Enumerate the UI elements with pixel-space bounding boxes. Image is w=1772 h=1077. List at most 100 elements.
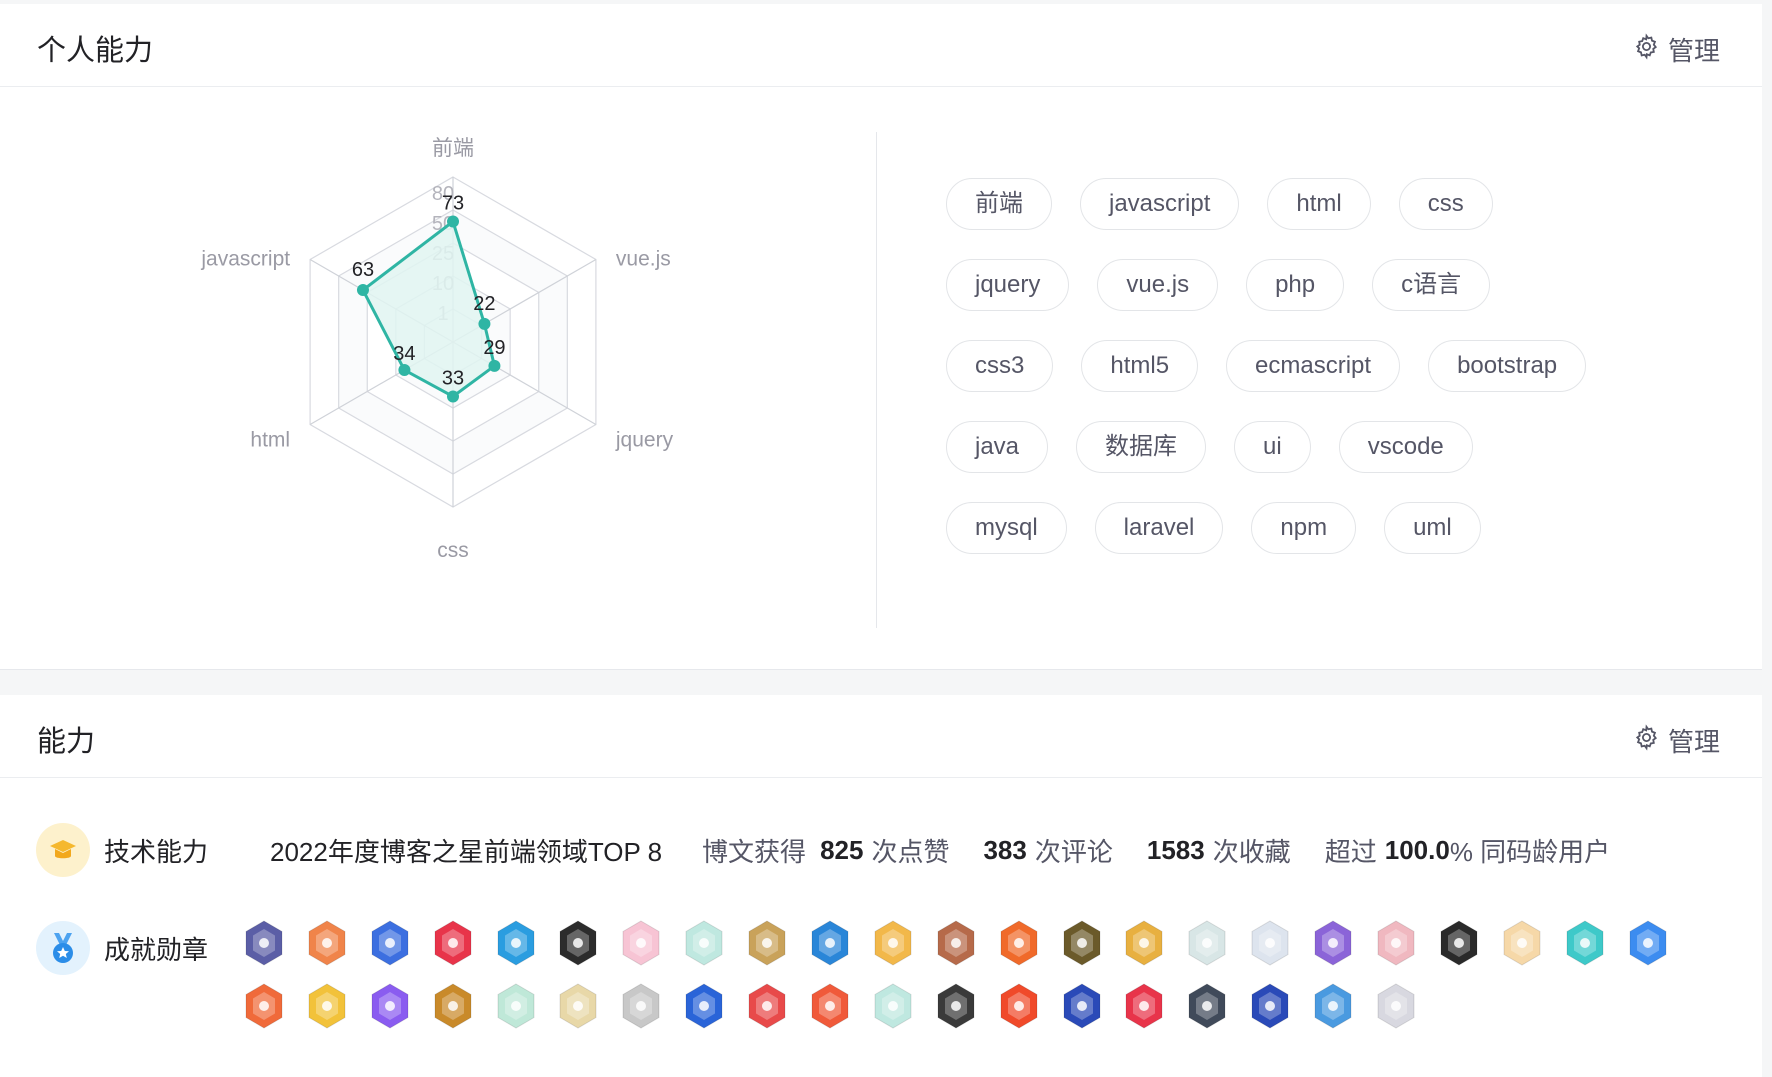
likes-count: 825 (820, 834, 864, 865)
achievement-badge-icon[interactable] (810, 983, 850, 1029)
radar-axis-label: css (437, 539, 469, 562)
achievement-badge-icon[interactable] (370, 920, 410, 966)
skill-tag[interactable]: uml (1384, 502, 1481, 554)
achievement-badge-icon[interactable] (747, 920, 787, 966)
achievement-badge-icon[interactable] (244, 983, 284, 1029)
achievement-badge-icon[interactable] (1565, 920, 1605, 966)
achievement-badge-icon[interactable] (999, 983, 1039, 1029)
medals-label: 成就勋章 (104, 934, 209, 965)
achievement-badge-icon[interactable] (1439, 920, 1479, 966)
achievement-badge-icon[interactable] (936, 920, 976, 966)
skills-manage-button[interactable]: 管理 (1633, 31, 1720, 68)
skill-tag[interactable]: java (946, 421, 1049, 473)
tag-row: java 数据库 ui vscode (946, 421, 1706, 473)
achievement-badge-icon[interactable] (1250, 983, 1290, 1029)
skill-tag[interactable]: javascript (1080, 178, 1240, 230)
skill-tag[interactable]: mysql (946, 502, 1067, 554)
skill-tag[interactable]: ui (1234, 421, 1311, 473)
achievement-badge-icon[interactable] (684, 920, 724, 966)
achievement-badge-icon[interactable] (747, 983, 787, 1029)
skill-tag[interactable]: laravel (1094, 502, 1224, 554)
radar-value-label: 33 (442, 367, 464, 389)
exceed-value: 100.0 (1384, 834, 1450, 865)
skill-tag[interactable]: vue.js (1097, 259, 1219, 311)
ability-card-header: 能力 管理 (0, 695, 1762, 778)
skill-tag[interactable]: html5 (1081, 340, 1199, 392)
skills-card: 个人能力 管理 110255080732229333463前端vue.jsjqu… (0, 4, 1762, 670)
radar-value-label: 63 (352, 259, 374, 281)
radar-value-label: 34 (393, 343, 415, 365)
radar-axis-label: html (250, 429, 290, 452)
achievement-badge-icon[interactable] (370, 983, 410, 1029)
achievement-badge-icon[interactable] (307, 983, 347, 1029)
vertical-divider (876, 132, 877, 628)
skill-tag[interactable]: ecmascript (1226, 340, 1401, 392)
achievement-badge-icon[interactable] (1187, 983, 1227, 1029)
tag-row: jquery vue.js php c语言 (946, 259, 1706, 311)
radar-value-label: 22 (473, 293, 495, 315)
achievement-badge-icon[interactable] (1187, 920, 1227, 966)
achievement-badge-icon[interactable] (558, 920, 598, 966)
radar-axis-label: javascript (200, 248, 290, 271)
ability-manage-button[interactable]: 管理 (1633, 722, 1720, 759)
tag-row: css3 html5 ecmascript bootstrap (946, 340, 1706, 392)
skill-radar-chart: 110255080732229333463前端vue.jsjquerycssht… (200, 137, 674, 562)
skills-manage-label: 管理 (1667, 36, 1720, 66)
gear-icon (1633, 723, 1660, 758)
skill-tag[interactable]: vscode (1338, 421, 1473, 473)
radar-point (447, 390, 459, 403)
achievement-badge-icon[interactable] (1124, 983, 1164, 1029)
achievement-badge-icon[interactable] (307, 920, 347, 966)
achievement-badge-icon[interactable] (1502, 920, 1542, 966)
skill-tag[interactable]: npm (1251, 502, 1357, 554)
achievement-badge-icon[interactable] (433, 983, 473, 1029)
achievement-badge-icon[interactable] (558, 983, 598, 1029)
gear-icon (1633, 32, 1660, 67)
skill-tag[interactable]: css3 (946, 340, 1054, 392)
achievement-badge-icon[interactable] (1376, 920, 1416, 966)
achievement-badge-icon[interactable] (1628, 920, 1668, 966)
skill-tag[interactable]: 前端 (946, 178, 1052, 230)
skill-tag[interactable]: php (1246, 259, 1345, 311)
radar-axis-label: jquery (615, 429, 674, 452)
achievement-badge-icon[interactable] (433, 920, 473, 966)
skills-card-title: 个人能力 (37, 35, 154, 67)
skill-tag[interactable]: c语言 (1372, 259, 1491, 311)
tech-ability-label: 技术能力 (104, 836, 209, 867)
skill-tag[interactable]: jquery (946, 259, 1070, 311)
achievement-badge-icon[interactable] (621, 983, 661, 1029)
ability-card-title: 能力 (37, 726, 96, 758)
radar-axis-label: 前端 (432, 137, 474, 160)
badge-grid (244, 920, 1684, 1046)
achievement-badge-icon[interactable] (1376, 983, 1416, 1029)
achievement-badge-icon[interactable] (1250, 920, 1290, 966)
achievement-badge-icon[interactable] (1313, 983, 1353, 1029)
achievement-badge-icon[interactable] (999, 920, 1039, 966)
radar-point (447, 215, 459, 228)
skills-card-header: 个人能力 管理 (0, 4, 1762, 87)
achievement-badge-icon[interactable] (1313, 920, 1353, 966)
skill-tag[interactable]: bootstrap (1428, 340, 1587, 392)
favorites-count: 1583 (1146, 834, 1205, 865)
skill-tag[interactable]: html (1267, 178, 1371, 230)
achievement-badge-icon[interactable] (496, 920, 536, 966)
achievement-badge-icon[interactable] (936, 983, 976, 1029)
achievement-badge-icon[interactable] (244, 920, 284, 966)
tag-row: 前端 javascript html css (946, 178, 1706, 230)
tech-ability-row: 技术能力 2022年度博客之星前端领域TOP 8 博文获得 825 次点赞 38… (36, 823, 1610, 877)
skill-tag[interactable]: 数据库 (1076, 421, 1207, 473)
radar-axis-label: vue.js (616, 248, 671, 271)
achievement-badge-icon[interactable] (810, 920, 850, 966)
achievement-badge-icon[interactable] (1062, 920, 1102, 966)
achievement-badge-icon[interactable] (873, 983, 913, 1029)
medal-icon (36, 921, 90, 975)
achievement-badge-icon[interactable] (873, 920, 913, 966)
achievement-badge-icon[interactable] (1124, 920, 1164, 966)
achievement-badge-icon[interactable] (621, 920, 661, 966)
achievement-badge-icon[interactable] (496, 983, 536, 1029)
skill-tag[interactable]: css (1398, 178, 1493, 230)
radar-value-label: 73 (442, 193, 464, 215)
achievement-badge-icon[interactable] (1062, 983, 1102, 1029)
badge-row (244, 983, 1684, 1029)
achievement-badge-icon[interactable] (684, 983, 724, 1029)
